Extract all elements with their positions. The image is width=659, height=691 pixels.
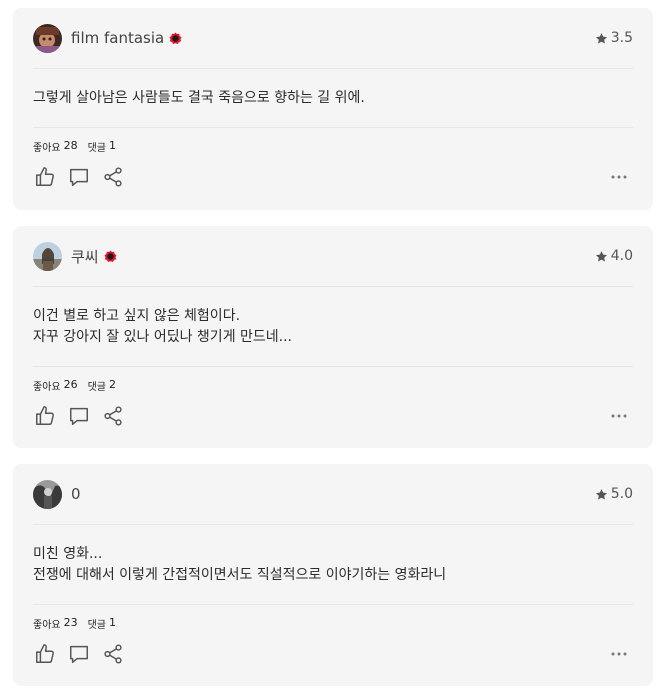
review-header: 0 5.0 — [33, 464, 633, 525]
review-text-content: 이건 별로 하고 싶지 않은 체험이다. 자꾸 강아지 잘 있나 어딨나 챙기게… — [33, 308, 293, 345]
avatar[interactable] — [33, 23, 62, 53]
thumbs-up-icon[interactable] — [33, 404, 57, 428]
star-icon — [595, 250, 607, 262]
more-icon[interactable] — [607, 165, 631, 189]
review-feed: film fantasia 3.5 그렇게 살아남은 사람들도 결국 죽음으로 … — [0, 0, 659, 691]
comments-label: 댓글 — [87, 620, 107, 631]
verified-badge-icon — [169, 32, 182, 45]
username[interactable]: film fantasia — [71, 29, 164, 47]
review-actions — [33, 632, 633, 676]
review-text-content: 미친 영화... 전쟁에 대해서 이렇게 간접적이면서도 직설적으로 이야기하는… — [33, 546, 447, 583]
rating: 3.5 — [595, 30, 633, 46]
rating: 4.0 — [595, 248, 633, 264]
review-text[interactable]: 이건 별로 하고 싶지 않은 체험이다. 자꾸 강아지 잘 있나 어딨나 챙기게… — [33, 287, 633, 367]
review-text[interactable]: 미친 영화... 전쟁에 대해서 이렇게 간접적이면서도 직설적으로 이야기하는… — [33, 525, 633, 605]
username[interactable]: 쿠씨 — [71, 246, 99, 267]
avatar[interactable] — [33, 241, 62, 271]
review-text[interactable]: 그렇게 살아남은 사람들도 결국 죽음으로 향하는 길 위에. — [33, 69, 633, 128]
thumbs-up-icon[interactable] — [33, 642, 57, 666]
likes-count: 26 — [63, 378, 78, 391]
comment-icon[interactable] — [67, 404, 91, 428]
comments-count: 2 — [109, 378, 117, 391]
review-card: 0 5.0 미친 영화... 전쟁에 대해서 이렇게 간접적이면서도 직설적으로… — [13, 464, 653, 686]
thumbs-up-icon[interactable] — [33, 165, 57, 189]
more-icon[interactable] — [607, 642, 631, 666]
review-stats: 좋아요 26 댓글 2 — [33, 367, 633, 394]
comments-count: 1 — [109, 139, 117, 152]
review-stats: 좋아요 28 댓글 1 — [33, 128, 633, 155]
review-text-content: 그렇게 살아남은 사람들도 결국 죽음으로 향하는 길 위에. — [33, 90, 365, 106]
avatar[interactable] — [33, 479, 62, 509]
more-icon[interactable] — [607, 404, 631, 428]
username[interactable]: 0 — [71, 485, 81, 503]
verified-badge-icon — [104, 250, 117, 263]
star-icon — [595, 488, 607, 500]
comment-icon[interactable] — [67, 165, 91, 189]
review-header: film fantasia 3.5 — [33, 8, 633, 69]
rating-value: 3.5 — [610, 30, 633, 46]
review-actions — [33, 394, 633, 438]
likes-count: 28 — [63, 139, 78, 152]
comments-label: 댓글 — [87, 382, 107, 393]
review-actions — [33, 155, 633, 199]
share-icon[interactable] — [101, 165, 125, 189]
likes-label: 좋아요 — [33, 382, 61, 393]
star-icon — [595, 32, 607, 44]
comment-icon[interactable] — [67, 642, 91, 666]
likes-label: 좋아요 — [33, 620, 61, 631]
comments-count: 1 — [109, 616, 117, 629]
review-card: film fantasia 3.5 그렇게 살아남은 사람들도 결국 죽음으로 … — [13, 8, 653, 210]
rating-value: 5.0 — [610, 486, 633, 502]
rating-value: 4.0 — [610, 248, 633, 264]
comments-label: 댓글 — [87, 143, 107, 154]
rating: 5.0 — [595, 486, 633, 502]
share-icon[interactable] — [101, 642, 125, 666]
likes-count: 23 — [63, 616, 78, 629]
share-icon[interactable] — [101, 404, 125, 428]
review-stats: 좋아요 23 댓글 1 — [33, 605, 633, 632]
review-header: 쿠씨 4.0 — [33, 226, 633, 287]
likes-label: 좋아요 — [33, 143, 61, 154]
review-card: 쿠씨 4.0 이건 별로 하고 싶지 않은 체험이다. 자꾸 강아지 잘 있나 … — [13, 226, 653, 448]
